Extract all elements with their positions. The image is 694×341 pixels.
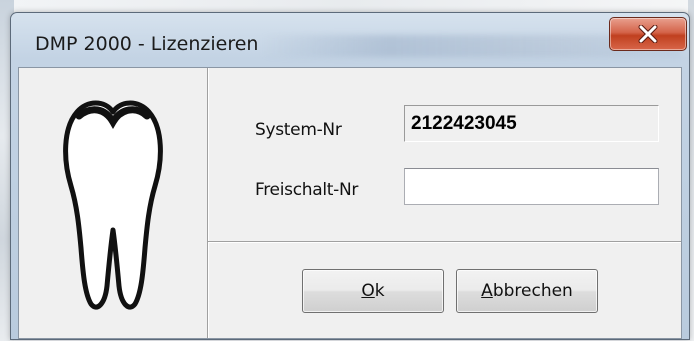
logo-panel: [19, 68, 208, 338]
dialog-client-area: System-Nr 2122423045 Freischalt-Nr Ok Ab…: [18, 67, 682, 339]
fields-panel: System-Nr 2122423045 Freischalt-Nr: [208, 68, 681, 242]
ok-button[interactable]: Ok: [302, 269, 444, 313]
system-number-field: 2122423045: [404, 105, 659, 142]
unlock-number-input[interactable]: [404, 168, 659, 205]
ok-mnemonic: O: [361, 281, 375, 301]
title-bar[interactable]: DMP 2000 - Lizenzieren: [11, 13, 689, 67]
cancel-label: bbrechen: [492, 281, 573, 301]
unlock-number-label: Freischalt-Nr: [255, 180, 359, 200]
cancel-button[interactable]: Abbrechen: [456, 269, 598, 313]
close-x-icon: [638, 25, 658, 43]
ok-label: k: [374, 281, 385, 301]
window-title: DMP 2000 - Lizenzieren: [35, 33, 259, 55]
license-dialog: DMP 2000 - Lizenzieren System-Nr 2122423…: [10, 12, 690, 340]
cancel-mnemonic: A: [481, 281, 493, 301]
close-button[interactable]: [609, 17, 687, 51]
system-number-label: System-Nr: [255, 120, 342, 140]
tooth-icon: [63, 100, 163, 310]
